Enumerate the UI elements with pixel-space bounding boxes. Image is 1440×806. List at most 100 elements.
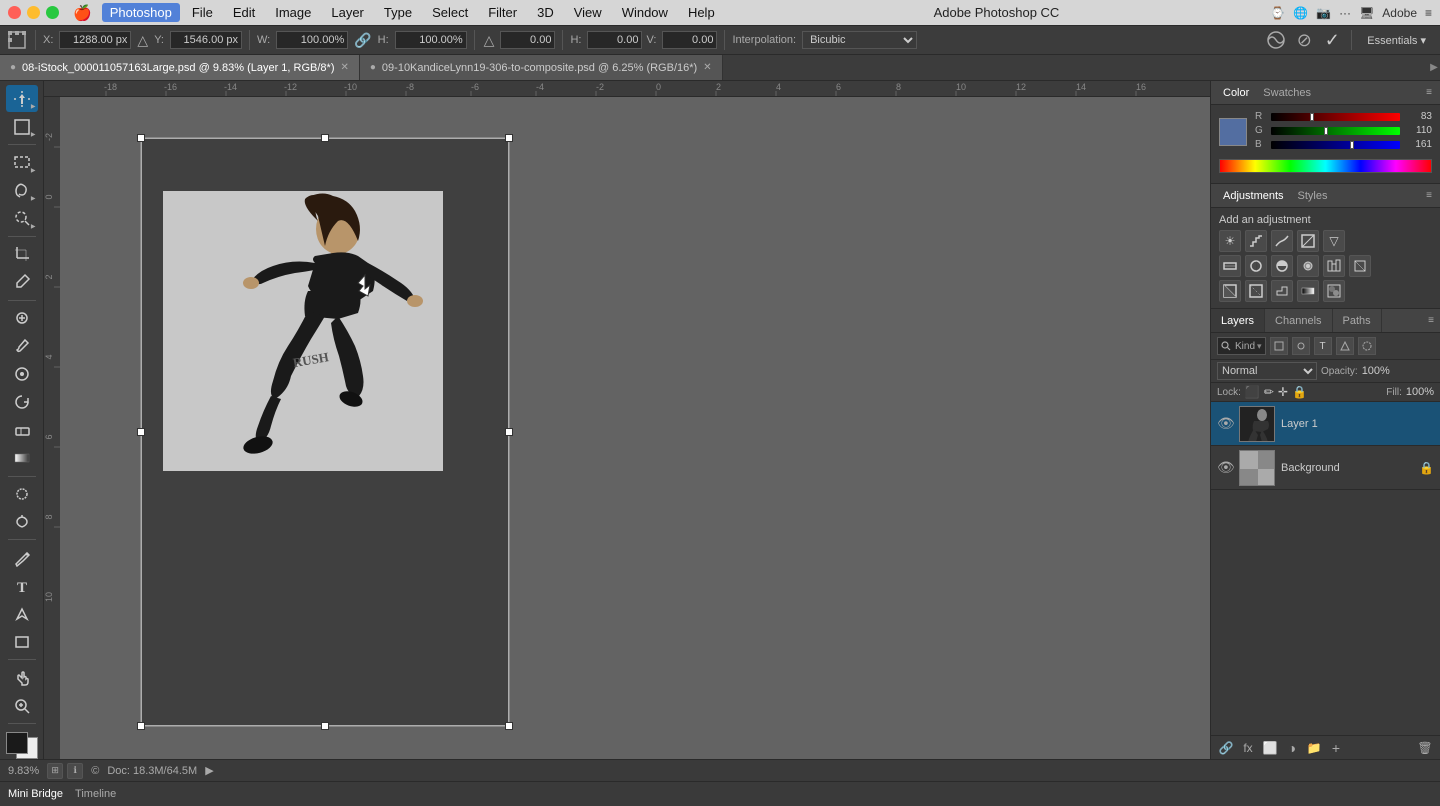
menu-right-list[interactable]: ≡ <box>1425 6 1432 20</box>
artboard-tool[interactable]: ▶ <box>6 113 38 140</box>
paths-tab[interactable]: Paths <box>1333 309 1382 332</box>
color-lookup-icon[interactable] <box>1349 255 1371 277</box>
new-layer-icon[interactable]: + <box>1327 740 1345 756</box>
r-slider[interactable] <box>1271 113 1400 121</box>
opacity-value[interactable]: 100% <box>1362 365 1397 377</box>
pixel-filter-icon[interactable] <box>1270 337 1288 355</box>
channels-tab[interactable]: Channels <box>1265 309 1332 332</box>
foreground-background-colors[interactable] <box>6 732 38 759</box>
menu-edit[interactable]: Edit <box>225 3 263 22</box>
layer-row-layer1[interactable]: 👁 Layer 1 <box>1211 402 1440 446</box>
adjustments-tab[interactable]: Adjustments <box>1219 190 1288 202</box>
styles-tab[interactable]: Styles <box>1294 190 1332 202</box>
marquee-tool[interactable]: ▶ <box>6 149 38 176</box>
channel-mixer-icon[interactable] <box>1323 255 1345 277</box>
h-skew-input[interactable] <box>587 31 642 49</box>
layers-tab[interactable]: Layers <box>1211 309 1265 332</box>
color-spectrum[interactable] <box>1219 159 1432 173</box>
pen-tool[interactable] <box>6 544 38 571</box>
v-skew-input[interactable] <box>662 31 717 49</box>
posterize-icon[interactable] <box>1245 280 1267 302</box>
curves-icon[interactable] <box>1271 230 1293 252</box>
doc-sizes[interactable]: Doc: 18.3M/64.5M <box>107 765 197 777</box>
transform-options-icon[interactable] <box>6 29 28 51</box>
fill-value[interactable]: 100% <box>1406 386 1434 398</box>
hue-sat-icon[interactable] <box>1219 255 1241 277</box>
mini-bridge-tab[interactable]: Mini Bridge <box>8 788 63 800</box>
menu-help[interactable]: Help <box>680 3 723 22</box>
menu-image[interactable]: Image <box>267 3 319 22</box>
close-button[interactable] <box>8 6 21 19</box>
g-slider[interactable] <box>1271 127 1400 135</box>
hand-tool[interactable] <box>6 664 38 691</box>
delete-layer-icon[interactable]: 🗑 <box>1416 741 1434 755</box>
menu-right-icon2[interactable]: 🌐 <box>1293 6 1308 20</box>
lasso-tool[interactable]: ▶ <box>6 177 38 204</box>
gradient-tool[interactable] <box>6 445 38 472</box>
apple-icon[interactable]: 🍎 <box>73 4 92 22</box>
status-info-icon[interactable]: ℹ <box>67 763 83 779</box>
color-swatch-large[interactable] <box>1219 118 1247 146</box>
handle-top-left[interactable] <box>137 134 145 142</box>
h-input[interactable] <box>395 31 467 49</box>
w-input[interactable] <box>276 31 348 49</box>
color-balance-icon[interactable] <box>1245 255 1267 277</box>
menu-photoshop[interactable]: Photoshop <box>102 3 180 22</box>
exposure-icon[interactable] <box>1297 230 1319 252</box>
y-input[interactable] <box>170 31 242 49</box>
status-nav-icon[interactable]: ⊞ <box>47 763 63 779</box>
blur-tool[interactable] <box>6 480 38 507</box>
gradient-map-icon[interactable] <box>1297 280 1319 302</box>
tab-1[interactable]: ● 08-iStock_000011057163Large.psd @ 9.83… <box>0 55 360 80</box>
lock-transparent-icon[interactable]: ⬛ <box>1245 385 1260 399</box>
add-mask-icon[interactable]: ⬜ <box>1261 741 1279 755</box>
minimize-button[interactable] <box>27 6 40 19</box>
handle-top-center[interactable] <box>321 134 329 142</box>
move-tool[interactable]: ▶ <box>6 85 38 112</box>
maximize-button[interactable] <box>46 6 59 19</box>
selective-color-icon[interactable] <box>1323 280 1345 302</box>
path-selection-tool[interactable] <box>6 600 38 627</box>
bw-icon[interactable] <box>1271 255 1293 277</box>
invert-icon[interactable] <box>1219 280 1241 302</box>
shape-filter-icon[interactable] <box>1336 337 1354 355</box>
rectangle-tool[interactable] <box>6 628 38 655</box>
rotation-input[interactable] <box>500 31 555 49</box>
layer-row-background[interactable]: 👁 Background 🔒 <box>1211 446 1440 490</box>
photo-filter-icon[interactable] <box>1297 255 1319 277</box>
color-panel-menu-icon[interactable]: ≡ <box>1426 87 1432 98</box>
menu-3d[interactable]: 3D <box>529 3 562 22</box>
handle-bottom-center[interactable] <box>321 722 329 730</box>
threshold-icon[interactable] <box>1271 280 1293 302</box>
menu-view[interactable]: View <box>566 3 610 22</box>
essentials-dropdown[interactable]: Essentials ▾ <box>1359 34 1434 47</box>
layers-panel-menu-icon[interactable]: ≡ <box>1422 315 1440 326</box>
blend-mode-select[interactable]: Normal Dissolve Multiply Screen Overlay <box>1217 362 1317 380</box>
menu-layer[interactable]: Layer <box>323 3 372 22</box>
menu-right-adobe[interactable]: Adobe <box>1382 6 1417 20</box>
handle-bottom-right[interactable] <box>505 722 513 730</box>
dodge-tool[interactable] <box>6 508 38 535</box>
foreground-color[interactable] <box>6 732 28 754</box>
confirm-transform-icon[interactable]: ✓ <box>1320 28 1344 52</box>
menu-select[interactable]: Select <box>424 3 476 22</box>
healing-tool[interactable] <box>6 305 38 332</box>
menu-right-icon4[interactable]: ··· <box>1339 6 1351 20</box>
menu-right-icon3[interactable]: 📷 <box>1316 6 1331 20</box>
eyedropper-tool[interactable] <box>6 269 38 296</box>
b-slider[interactable] <box>1271 141 1400 149</box>
layer1-visibility[interactable]: 👁 <box>1217 415 1233 432</box>
color-tab[interactable]: Color <box>1219 87 1253 99</box>
lock-position-icon[interactable]: ✛ <box>1278 385 1288 399</box>
collapse-panel-icon[interactable]: ▶ <box>1428 62 1440 73</box>
lock-all-icon[interactable]: 🔒 <box>1292 385 1307 399</box>
menu-window[interactable]: Window <box>614 3 676 22</box>
menu-right-icon5[interactable]: 🖥 <box>1359 6 1374 20</box>
adjustments-menu-icon[interactable]: ≡ <box>1426 190 1432 201</box>
add-layer-effect-icon[interactable]: fx <box>1239 741 1257 755</box>
type-tool[interactable]: T <box>6 572 38 599</box>
clone-stamp-tool[interactable] <box>6 361 38 388</box>
type-filter-icon[interactable]: T <box>1314 337 1332 355</box>
eraser-tool[interactable] <box>6 417 38 444</box>
background-visibility[interactable]: 👁 <box>1217 459 1233 476</box>
